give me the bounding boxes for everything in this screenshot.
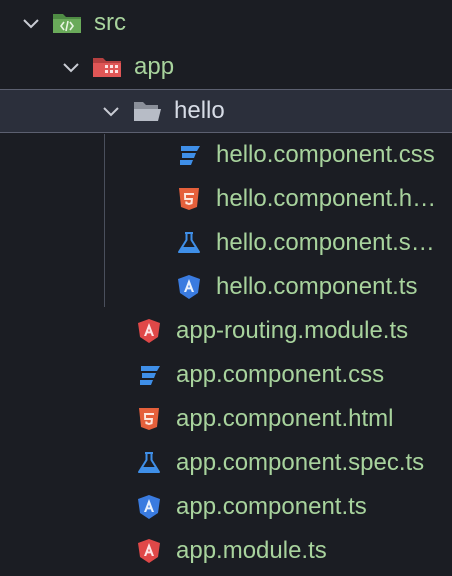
folder-open-icon <box>132 99 162 123</box>
css-file-icon <box>174 143 204 167</box>
spec-test-icon <box>134 451 164 475</box>
folder-row-src[interactable]: src <box>0 1 452 45</box>
file-label: app.component.css <box>176 361 385 388</box>
file-row[interactable]: app.component.spec.ts <box>0 441 452 485</box>
spec-test-icon <box>174 231 204 255</box>
chevron-down-icon[interactable] <box>20 12 42 34</box>
file-explorer-tree: src app hello hello.component.css hello.… <box>0 0 452 576</box>
file-label: hello.component.ts <box>216 273 418 300</box>
html-file-icon <box>134 407 164 431</box>
folder-label-hello: hello <box>174 97 225 124</box>
angular-module-icon <box>134 539 164 563</box>
chevron-down-icon[interactable] <box>60 56 82 78</box>
html-file-icon <box>174 187 204 211</box>
file-row[interactable]: app.component.css <box>0 353 452 397</box>
source-folder-icon <box>52 11 82 35</box>
file-label: hello.component.css <box>216 141 435 168</box>
folder-label-src: src <box>94 9 126 36</box>
angular-component-icon <box>134 495 164 519</box>
file-row[interactable]: hello.component.html <box>0 177 452 221</box>
file-label: hello.component.spec.ts <box>216 229 438 256</box>
angular-component-icon <box>174 275 204 299</box>
chevron-down-icon[interactable] <box>100 100 122 122</box>
app-folder-icon <box>92 55 122 79</box>
folder-label-app: app <box>134 53 175 80</box>
file-row[interactable]: app.component.html <box>0 397 452 441</box>
file-row[interactable]: app-routing.module.ts <box>0 309 452 353</box>
file-row[interactable]: hello.component.spec.ts <box>0 221 452 265</box>
file-row[interactable]: app.component.ts <box>0 485 452 529</box>
angular-module-icon <box>134 319 164 343</box>
file-row[interactable]: app.module.ts <box>0 529 452 573</box>
file-label: app-routing.module.ts <box>176 317 409 344</box>
file-label: app.component.ts <box>176 493 367 520</box>
file-label: hello.component.html <box>216 185 438 212</box>
css-file-icon <box>134 363 164 387</box>
file-row[interactable]: hello.component.ts <box>0 265 452 309</box>
file-label: app.module.ts <box>176 537 327 564</box>
file-label: app.component.html <box>176 405 394 432</box>
file-row[interactable]: hello.component.css <box>0 133 452 177</box>
file-label: app.component.spec.ts <box>176 449 425 476</box>
folder-row-app[interactable]: app <box>0 45 452 89</box>
folder-row-hello[interactable]: hello <box>0 89 452 133</box>
